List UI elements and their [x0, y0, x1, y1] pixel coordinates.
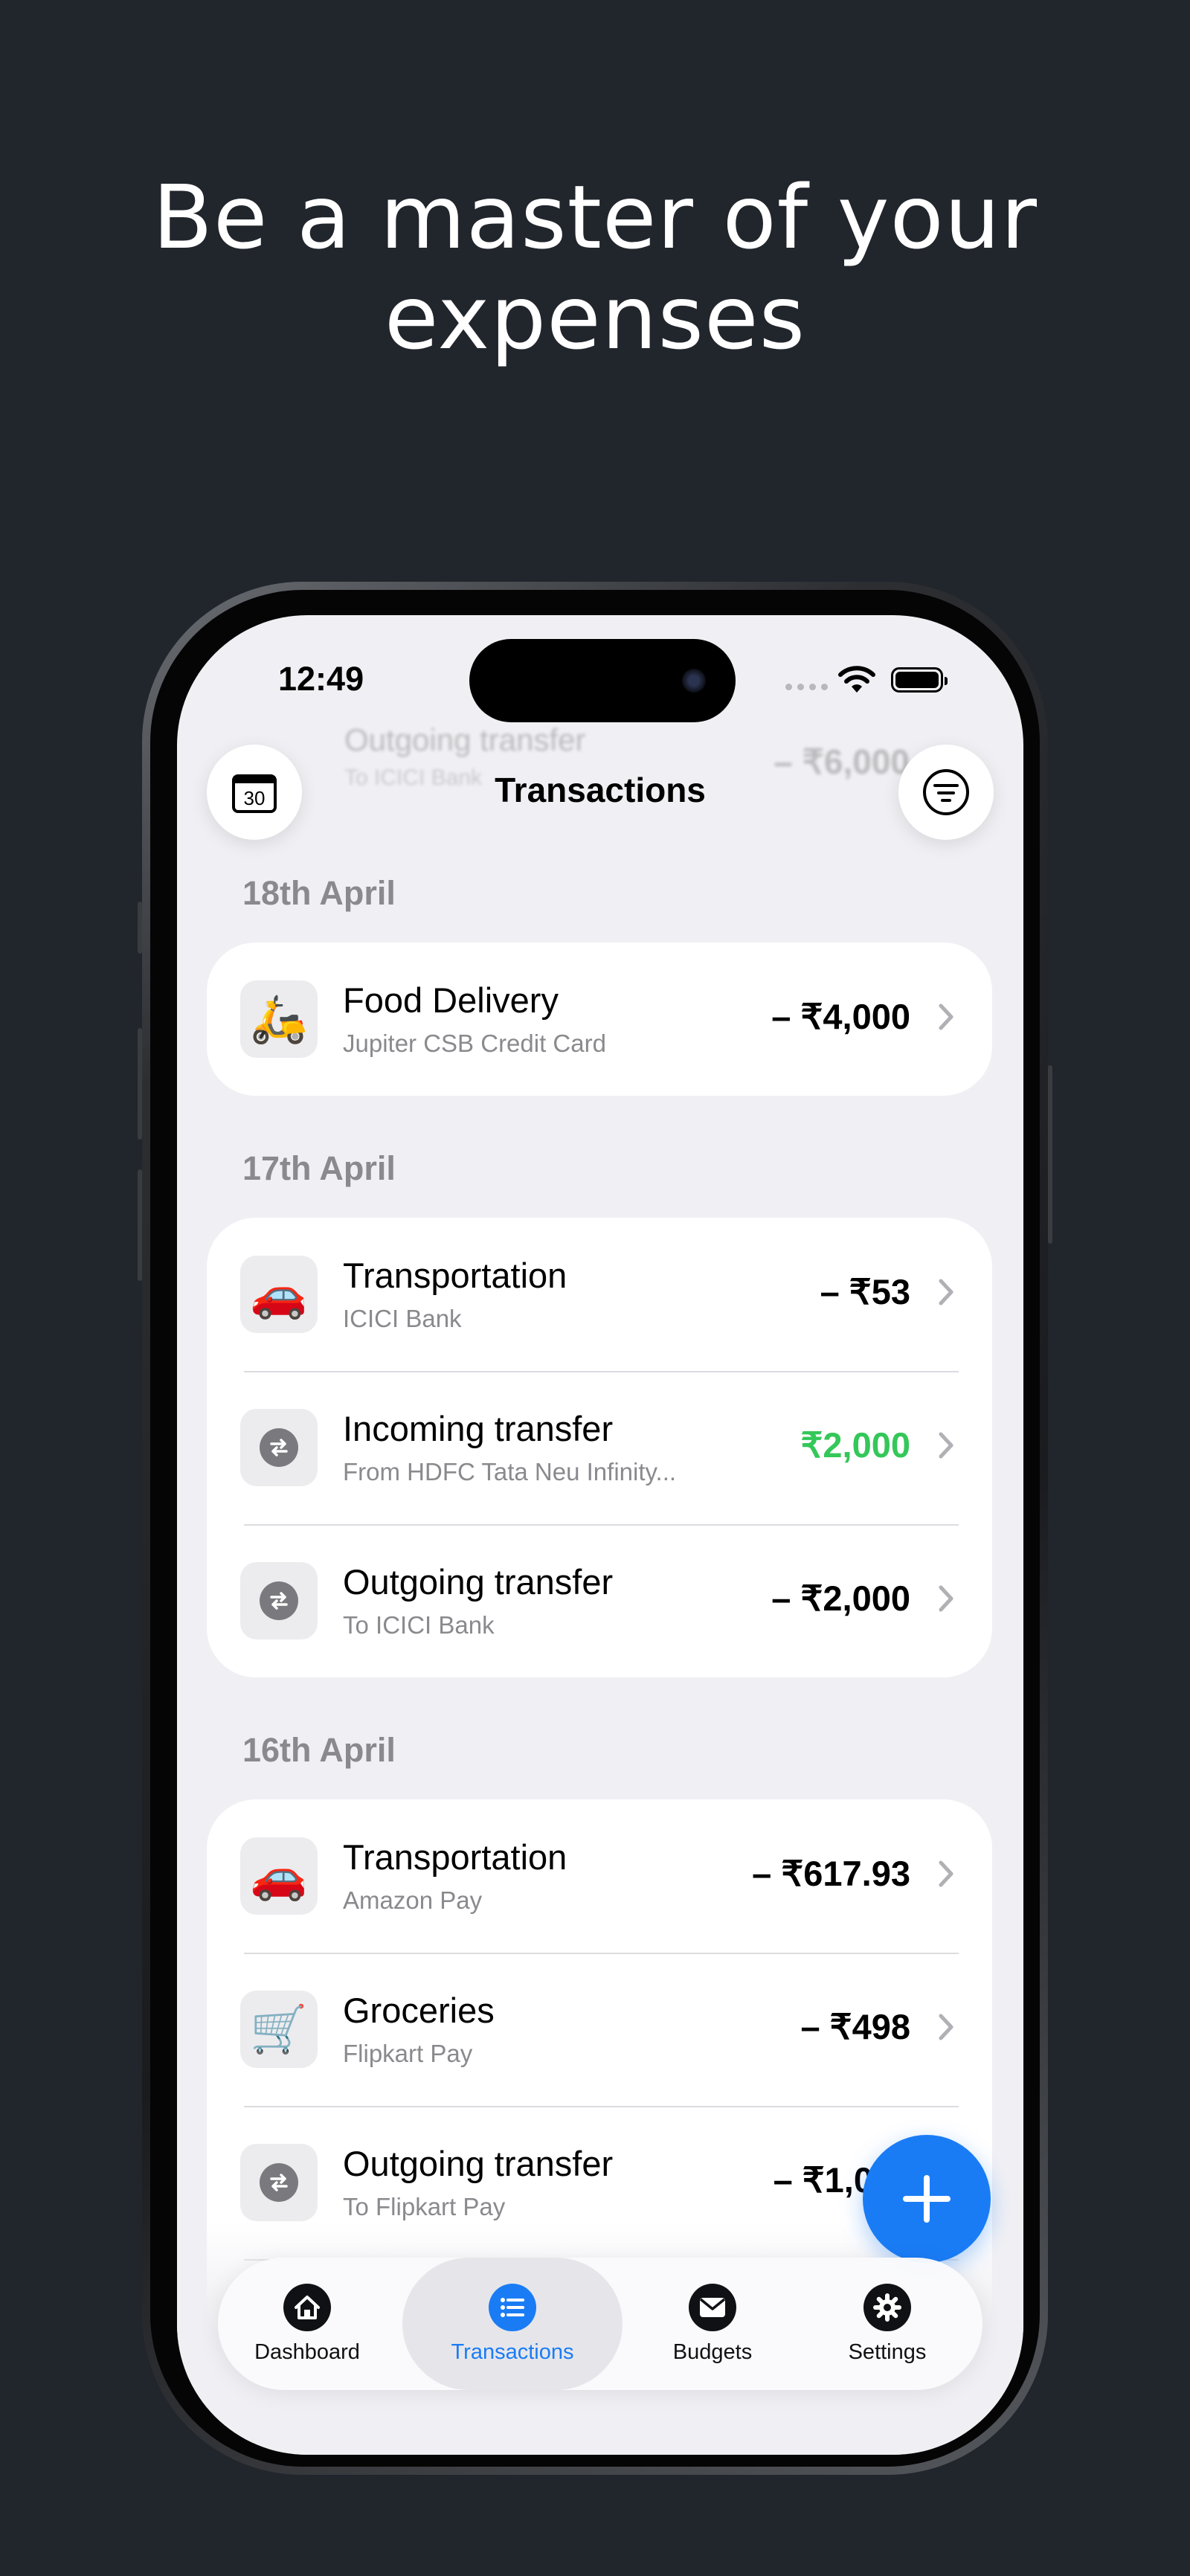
transaction-amount: – ₹4,000	[771, 997, 910, 1036]
house-icon	[283, 2283, 331, 2331]
transaction-row[interactable]: 🛵 Food Delivery Jupiter CSB Credit Card …	[207, 942, 992, 1096]
ghost-title: Outgoing transfer	[344, 722, 586, 757]
scooter-icon: 🛵	[240, 980, 318, 1058]
plus-icon	[903, 2175, 951, 2223]
transaction-row[interactable]: 🚗 Transportation ICICI Bank – ₹53	[207, 1218, 992, 1371]
section-label-18-april: 18th April	[242, 874, 396, 912]
car-icon: 🚗	[240, 1256, 318, 1333]
tab-settings[interactable]: Settings	[813, 2258, 962, 2390]
chevron-right-icon	[939, 1585, 953, 1612]
transaction-title: Outgoing transfer	[343, 2144, 614, 2183]
envelope-icon	[689, 2283, 736, 2331]
tab-transactions[interactable]: Transactions	[402, 2258, 623, 2390]
tab-label: Settings	[848, 2339, 927, 2364]
headline-line-2: expenses	[384, 266, 806, 369]
transaction-row[interactable]: Outgoing transfer To ICICI Bank – ₹2,000	[207, 1524, 992, 1677]
page-title: Transactions	[495, 771, 706, 809]
chevron-right-icon	[939, 1860, 953, 1887]
dynamic-island	[469, 639, 736, 722]
section-label-16-april: 16th April	[242, 1731, 396, 1769]
transfer-icon	[240, 2144, 318, 2221]
tab-label: Budgets	[672, 2339, 753, 2364]
shopping-cart-icon: 🛒	[240, 1991, 318, 2068]
wifi-icon	[838, 666, 875, 693]
transaction-account: Jupiter CSB Credit Card	[343, 1030, 606, 1057]
transaction-row[interactable]: 🚗 Transportation Amazon Pay – ₹617.93	[207, 1799, 992, 1953]
transaction-amount: ₹2,000	[800, 1425, 910, 1465]
transaction-group: 🛵 Food Delivery Jupiter CSB Credit Card …	[207, 942, 992, 1096]
section-label-17-april: 17th April	[242, 1149, 396, 1187]
chevron-right-icon	[939, 2014, 953, 2040]
transaction-row[interactable]: Incoming transfer From HDFC Tata Neu Inf…	[207, 1371, 992, 1524]
tab-bar: Dashboard Transactions Budgets Settings	[218, 2258, 982, 2390]
transaction-title: Transportation	[343, 1837, 567, 1877]
tab-dashboard[interactable]: Dashboard	[233, 2258, 382, 2390]
transaction-account: To Flipkart Pay	[343, 2193, 506, 2220]
transfer-icon	[240, 1409, 318, 1486]
transaction-account: ICICI Bank	[343, 1305, 462, 1332]
status-time: 12:49	[278, 660, 364, 698]
transaction-amount: – ₹617.93	[752, 1854, 910, 1893]
transaction-title: Groceries	[343, 1991, 495, 2030]
signal-icon	[785, 684, 828, 690]
transaction-title: Outgoing transfer	[343, 1562, 614, 1602]
tab-label: Dashboard	[254, 2339, 360, 2364]
phone-frame: 12:49 Outgoing transfer To ICICI Bank – …	[138, 582, 1052, 2475]
transaction-account: Amazon Pay	[343, 1886, 483, 1914]
chevron-right-icon	[939, 1003, 953, 1030]
battery-icon	[891, 667, 948, 693]
transaction-amount: – ₹53	[820, 1272, 910, 1311]
tab-label: Transactions	[451, 2339, 574, 2364]
chevron-right-icon	[939, 1279, 953, 1305]
transaction-account: To ICICI Bank	[343, 1611, 495, 1639]
transaction-account: Flipkart Pay	[343, 2040, 473, 2067]
app-screen: 12:49 Outgoing transfer To ICICI Bank – …	[177, 615, 1023, 2455]
filter-icon	[923, 769, 969, 815]
car-icon: 🚗	[240, 1837, 318, 1915]
tab-budgets[interactable]: Budgets	[638, 2258, 787, 2390]
gear-icon	[863, 2283, 911, 2331]
headline: Be a master of your expenses	[0, 167, 1190, 368]
transaction-row[interactable]: 🛒 Groceries Flipkart Pay – ₹498	[207, 1953, 992, 2106]
transaction-amount: – ₹2,000	[771, 1578, 910, 1618]
transaction-amount: – ₹498	[800, 2007, 910, 2046]
transfer-icon	[240, 1562, 318, 1639]
transaction-title: Incoming transfer	[343, 1409, 614, 1448]
transaction-title: Food Delivery	[343, 980, 559, 1020]
transaction-account: From HDFC Tata Neu Infinity...	[343, 1458, 677, 1485]
transaction-amount: – ₹1,0	[773, 2160, 873, 2200]
transaction-title: Transportation	[343, 1256, 567, 1295]
transaction-group: 🚗 Transportation ICICI Bank – ₹53 Incomi…	[207, 1218, 992, 1677]
filter-button[interactable]	[898, 745, 994, 840]
chevron-right-icon	[939, 1432, 953, 1459]
headline-line-1: Be a master of your	[152, 166, 1038, 269]
add-transaction-button[interactable]	[863, 2135, 991, 2263]
list-icon	[489, 2283, 536, 2331]
